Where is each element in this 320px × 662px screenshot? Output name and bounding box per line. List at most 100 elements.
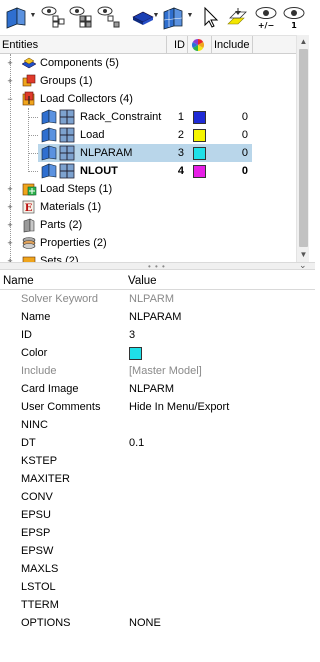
isolate-icon[interactable] [96, 4, 122, 30]
property-name: Color [21, 347, 48, 359]
tree-item-label: Load [80, 129, 105, 141]
property-row-maxiter[interactable]: MAXITER [0, 470, 315, 488]
color-swatch[interactable] [129, 347, 142, 360]
tree-item-label: Parts (2) [40, 219, 83, 231]
tree-item-load[interactable]: Load 2 0 [0, 126, 296, 144]
entity-display-icon[interactable] [3, 4, 29, 30]
svg-text:+/−: +/− [258, 21, 274, 30]
tree-item-properties[interactable]: + Properties (2) [0, 234, 296, 252]
property-row-conv[interactable]: CONV [0, 488, 315, 506]
property-name: LSTOL [21, 581, 56, 593]
property-row-lstol[interactable]: LSTOL [0, 578, 315, 596]
property-value[interactable]: NONE [129, 614, 161, 632]
property-name: Solver Keyword [21, 293, 99, 305]
expand-icon[interactable]: + [6, 239, 14, 248]
property-value[interactable]: NLPARM [129, 380, 174, 398]
property-row-tterm[interactable]: TTERM [0, 596, 315, 614]
show-entity-icon[interactable] [40, 4, 66, 30]
components-icon [21, 57, 37, 69]
property-name: Card Image [21, 383, 79, 395]
tree-item-nlparam[interactable]: NLPARAM 3 0 [0, 144, 296, 162]
element-display-icon[interactable] [161, 4, 187, 30]
tree-item-nlout[interactable]: NLOUT 4 0 [0, 162, 296, 180]
property-row-dt[interactable]: DT 0.1 [0, 434, 315, 452]
property-row-epsp[interactable]: EPSP [0, 524, 315, 542]
tree-item-id: 1 [177, 111, 184, 123]
toolbar: ▼ ▼ ▼ +/− 1 [0, 0, 315, 33]
name-column-header[interactable]: Name [3, 272, 34, 290]
entity-display-dropdown-icon[interactable]: ▼ [29, 12, 37, 20]
color-swatch[interactable] [193, 165, 206, 178]
property-row-maxls[interactable]: MAXLS [0, 560, 315, 578]
select-cursor-icon[interactable] [198, 4, 224, 30]
color-column-header[interactable] [189, 36, 211, 54]
property-name: ID [21, 329, 32, 341]
load-steps-icon [22, 183, 37, 196]
mesh-icon [59, 127, 75, 143]
show-plus-minus-icon[interactable]: +/− [253, 4, 279, 30]
property-row-name[interactable]: Name NLPARAM [0, 308, 315, 326]
properties-icon [22, 237, 36, 249]
tree-item-label: Rack_Constraint [80, 111, 162, 123]
property-value[interactable]: Hide In Menu/Export [129, 398, 229, 416]
property-table-header: Name Value [0, 272, 315, 290]
property-name: MAXITER [21, 473, 70, 485]
id-column-header[interactable]: ID [172, 36, 188, 54]
highlight-icon[interactable] [224, 4, 250, 30]
tree-item-rack-constraint[interactable]: Rack_Constraint 1 0 [0, 108, 296, 126]
property-row-ninc[interactable]: NINC [0, 416, 315, 434]
property-row-epsu[interactable]: EPSU [0, 506, 315, 524]
property-row-solver-keyword: Solver Keyword NLPARM [0, 290, 315, 308]
mesh-icon [59, 145, 75, 161]
splitter-grip-icon[interactable]: • • • [148, 262, 166, 271]
color-swatch[interactable] [193, 129, 206, 142]
tree-item-label: Components (5) [40, 57, 119, 69]
property-row-kstep[interactable]: KSTEP [0, 452, 315, 470]
property-value[interactable]: 0.1 [129, 434, 144, 452]
tree-item-load-steps[interactable]: + Load Steps (1) [0, 180, 296, 198]
property-row-options[interactable]: OPTIONS NONE [0, 614, 315, 632]
entities-column-header[interactable]: Entities [0, 36, 165, 54]
color-swatch[interactable] [193, 147, 206, 160]
panel-splitter[interactable]: • • • ⌄ [0, 260, 315, 271]
collapse-icon[interactable]: − [6, 95, 14, 104]
expand-icon[interactable]: + [6, 59, 14, 68]
tree-item-label: Groups (1) [40, 75, 93, 87]
tree-item-materials[interactable]: + E Materials (1) [0, 198, 296, 216]
scroll-thumb[interactable] [299, 49, 308, 247]
property-value[interactable]: NLPARAM [129, 308, 181, 326]
property-row-id[interactable]: ID 3 [0, 326, 315, 344]
property-row-card-image[interactable]: Card Image NLPARM [0, 380, 315, 398]
property-row-color[interactable]: Color [0, 344, 315, 362]
color-swatch[interactable] [193, 111, 206, 124]
show-one-icon[interactable]: 1 [281, 4, 307, 30]
include-column-header[interactable]: Include [212, 36, 252, 54]
property-row-epsw[interactable]: EPSW [0, 542, 315, 560]
tree-scrollbar[interactable]: ▲ ▼ [296, 35, 309, 262]
load-collector-icon [41, 145, 57, 161]
scroll-up-icon[interactable]: ▲ [299, 37, 308, 46]
property-name: DT [21, 437, 36, 449]
tree-item-label: Properties (2) [40, 237, 107, 249]
tree-item-sets[interactable]: + Sets (2) [0, 252, 296, 262]
show-hide-icon[interactable] [68, 4, 94, 30]
scroll-down-icon[interactable]: ▼ [299, 250, 308, 259]
expand-icon[interactable]: + [6, 77, 14, 86]
tree-item-groups[interactable]: + Groups (1) [0, 72, 296, 90]
expand-icon[interactable]: + [6, 203, 14, 212]
element-display-dropdown-icon[interactable]: ▼ [186, 12, 194, 20]
expand-icon[interactable]: + [6, 185, 14, 194]
tree-item-load-collectors[interactable]: − Load Collectors (4) [0, 90, 296, 108]
tree-item-id: 2 [177, 129, 184, 141]
expand-icon[interactable]: + [6, 221, 14, 230]
tree-item-parts[interactable]: + Parts (2) [0, 216, 296, 234]
mesh-icon [59, 163, 75, 179]
property-name: MAXLS [21, 563, 59, 575]
shaded-mode-dropdown-icon[interactable]: ▼ [152, 12, 160, 20]
property-row-user-comments[interactable]: User Comments Hide In Menu/Export [0, 398, 315, 416]
tree-item-components[interactable]: + Components (5) [0, 54, 296, 72]
property-name: TTERM [21, 599, 59, 611]
value-column-header[interactable]: Value [128, 272, 157, 290]
collapse-chevron-icon[interactable]: ⌄ [299, 260, 307, 271]
property-value[interactable]: 3 [129, 326, 135, 344]
